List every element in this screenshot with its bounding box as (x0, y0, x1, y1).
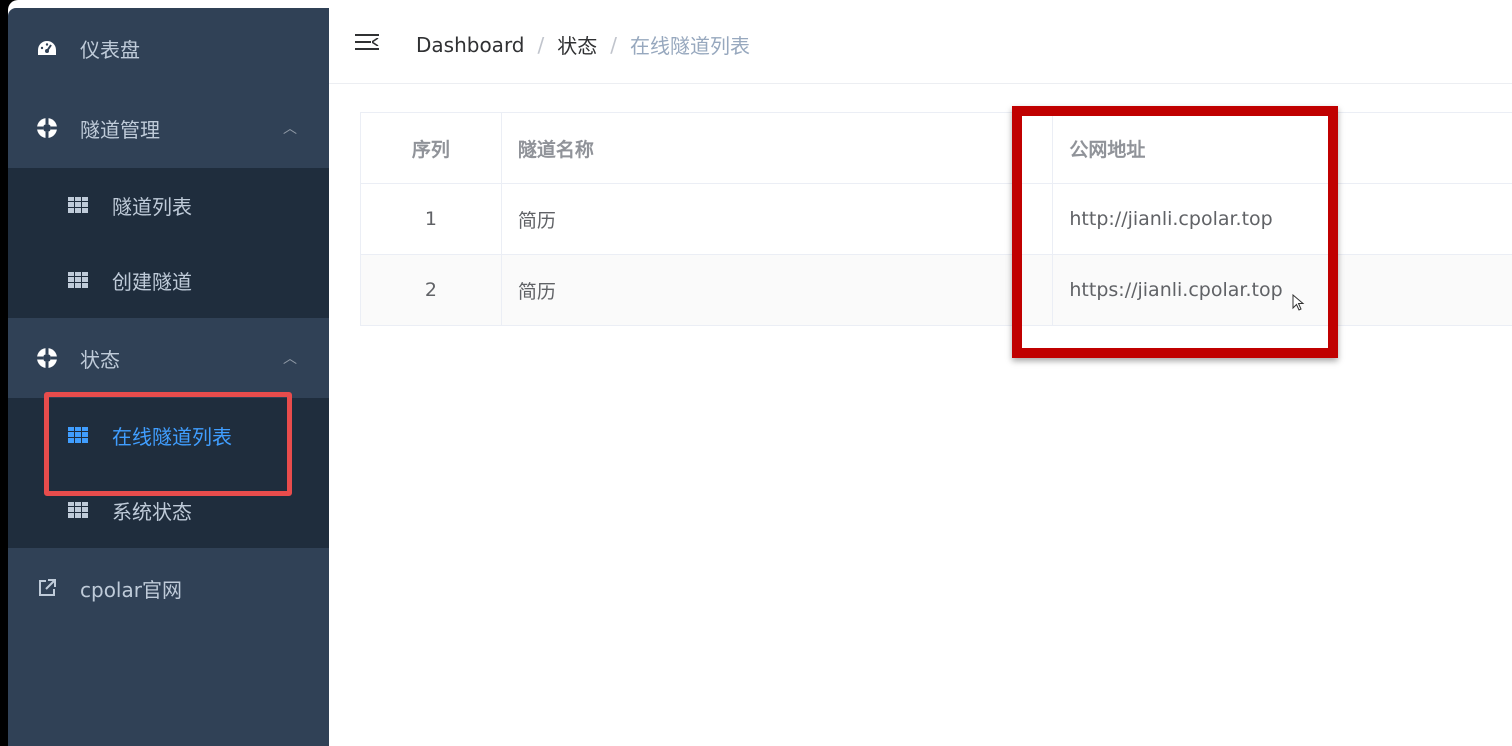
cell-name: 简历 (502, 184, 1054, 254)
annotation-highlight-sidebar (44, 392, 292, 496)
sidebar-item-status[interactable]: 状态 ︿ (8, 318, 329, 398)
column-header-name: 隧道名称 (502, 113, 1054, 183)
breadcrumb-separator: / (610, 32, 618, 57)
lifebuoy-icon (36, 347, 58, 369)
breadcrumb-separator: / (537, 32, 545, 57)
sidebar: 仪表盘 隧道管理 ︿ 隧道列表 创建隧道 状态 ︿ 在线隧道列表 系统状态 cp… (8, 8, 329, 746)
breadcrumb-item-current: 在线隧道列表 (630, 34, 751, 58)
tunnel-table: 序列 隧道名称 公网地址 1 简历 http://jianli.cpolar.t… (360, 112, 1512, 326)
sidebar-item-dashboard[interactable]: 仪表盘 (8, 8, 329, 88)
sidebar-item-label: 隧道管理 (80, 117, 160, 142)
chevron-up-icon[interactable]: ︿ (283, 348, 297, 368)
table-row[interactable]: 2 简历 https://jianli.cpolar.top (361, 255, 1512, 326)
sidebar-item-label: 仪表盘 (80, 37, 140, 62)
cell-index: 2 (361, 255, 502, 325)
table-row[interactable]: 1 简历 http://jianli.cpolar.top (361, 184, 1512, 255)
sidebar-item-label: 系统状态 (112, 500, 192, 524)
external-link-icon (36, 577, 58, 599)
dashboard-icon (36, 37, 58, 59)
navbar: Dashboard / 状态 / 在线隧道列表 (329, 8, 1512, 84)
sidebar-item-cpolar-website[interactable]: cpolar官网 (8, 548, 329, 628)
chevron-up-icon[interactable]: ︿ (283, 118, 297, 138)
cell-name: 简历 (502, 255, 1054, 325)
table-header-row: 序列 隧道名称 公网地址 (361, 113, 1512, 184)
breadcrumb-item-status[interactable]: 状态 (557, 30, 597, 59)
mouse-cursor-icon (1292, 294, 1305, 311)
hamburger-icon[interactable] (355, 32, 379, 52)
sidebar-item-label: cpolar官网 (80, 577, 182, 602)
table-icon (68, 501, 88, 520)
table-icon (68, 271, 88, 290)
sidebar-item-label: 创建隧道 (112, 270, 192, 294)
sidebar-item-create-tunnel[interactable]: 创建隧道 (8, 243, 329, 318)
table-icon (68, 196, 88, 215)
sidebar-item-tunnel-management[interactable]: 隧道管理 ︿ (8, 88, 329, 168)
sidebar-item-tunnel-list[interactable]: 隧道列表 (8, 168, 329, 243)
cell-index: 1 (361, 184, 502, 254)
column-header-index: 序列 (361, 113, 502, 183)
submenu-tunnel-management: 隧道列表 创建隧道 (8, 168, 329, 318)
annotation-highlight-url-column (1012, 106, 1338, 358)
lifebuoy-icon (36, 117, 58, 139)
sidebar-item-label: 状态 (80, 347, 120, 372)
breadcrumb: Dashboard / 状态 / 在线隧道列表 (416, 30, 750, 59)
sidebar-item-label: 隧道列表 (112, 195, 192, 219)
breadcrumb-item-dashboard[interactable]: Dashboard (416, 33, 525, 57)
